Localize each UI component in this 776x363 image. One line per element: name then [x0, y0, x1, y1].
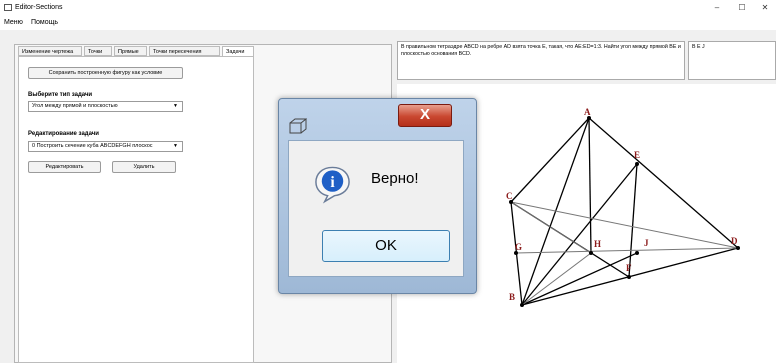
label-e: E — [634, 150, 640, 160]
point-j — [635, 251, 639, 255]
label-g: G — [515, 242, 522, 252]
segment-ef — [628, 163, 638, 278]
label-b: B — [509, 292, 515, 302]
dialog-message: Верно! — [371, 170, 419, 187]
label-h: H — [594, 239, 601, 249]
point-f — [627, 275, 631, 279]
point-h — [589, 251, 593, 255]
cube-icon — [289, 118, 307, 134]
point-d — [736, 246, 740, 250]
segment-be — [521, 163, 638, 306]
label-d: D — [731, 236, 738, 246]
dialog-close-button[interactable]: X — [398, 104, 452, 127]
ok-button[interactable]: OK — [322, 230, 450, 262]
edge-ad — [588, 117, 739, 249]
hidden-segment-gd — [515, 247, 739, 254]
segment-ah — [588, 117, 592, 254]
label-a: A — [584, 107, 591, 117]
point-b — [520, 303, 524, 307]
point-e — [635, 162, 639, 166]
label-c: C — [506, 191, 513, 201]
label-j: J — [644, 238, 649, 248]
edge-ac — [510, 117, 590, 203]
info-glyph: i — [330, 174, 335, 191]
info-icon: i — [315, 166, 350, 204]
label-f: F — [626, 263, 632, 273]
